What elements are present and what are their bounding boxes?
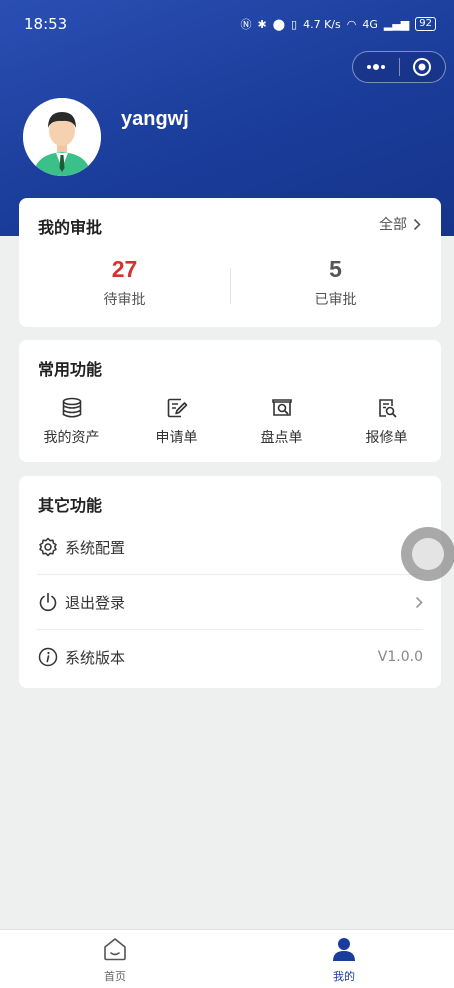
battery-icon: 92 — [415, 17, 436, 31]
tab-home[interactable]: 首页 — [70, 936, 160, 984]
approval-title: 我的审批 — [38, 218, 103, 237]
more-button[interactable] — [353, 52, 399, 82]
target-icon — [413, 58, 432, 76]
wifi-icon: ◠ — [346, 17, 357, 31]
tab-mine-label: 我的 — [333, 970, 355, 983]
pending-approvals[interactable]: 27 待审批 — [19, 256, 230, 309]
nfc-icon: Ⓝ — [240, 18, 252, 31]
tab-mine[interactable]: 我的 — [299, 936, 389, 984]
vibrate-icon: ▯ — [291, 17, 298, 31]
edit-form-icon — [167, 398, 187, 418]
chevron-right-icon — [413, 218, 421, 230]
status-time: 18:53 — [24, 15, 68, 33]
user-icon — [333, 938, 355, 961]
pending-count: 27 — [111, 256, 138, 282]
application-form-button[interactable]: 申请单 — [124, 395, 229, 447]
system-version-label: 系统版本 — [65, 648, 126, 667]
repair-form-button[interactable]: 报修单 — [334, 395, 439, 447]
home-icon — [104, 938, 126, 961]
avatar[interactable] — [23, 98, 101, 176]
status-icons: Ⓝ ✱ ⬤ ▯ 4.7 K/s ◠ 4G ▂▄▆ 92 — [240, 16, 436, 32]
other-functions-title: 其它功能 — [38, 496, 103, 515]
miniprogram-capsule — [352, 51, 446, 83]
bluetooth-icon: ✱ — [257, 17, 267, 31]
close-miniprogram-button[interactable] — [400, 52, 446, 82]
inventory-form-label: 盘点单 — [260, 430, 303, 446]
system-version-row: 系统版本 V1.0.0 — [37, 630, 423, 684]
repair-form-label: 报修单 — [365, 430, 408, 446]
tab-home-label: 首页 — [104, 970, 126, 983]
logout-row[interactable]: 退出登录 — [37, 575, 423, 630]
my-assets-button[interactable]: 我的资产 — [19, 395, 124, 447]
username: yangwj — [121, 108, 189, 130]
system-config-row[interactable]: 系统配置 — [37, 520, 423, 575]
info-icon — [38, 647, 58, 667]
pending-label: 待审批 — [103, 292, 146, 308]
gear-icon — [39, 537, 57, 557]
repair-search-icon — [378, 399, 397, 418]
signal-icon: ▂▄▆ — [383, 17, 410, 31]
more-dots-icon — [366, 64, 385, 70]
location-icon: ⬤ — [272, 17, 286, 31]
approved-count: 5 — [329, 256, 342, 282]
common-functions-title: 常用功能 — [38, 360, 103, 379]
common-functions-card: 常用功能 我的资产 申请单 盘点单 报修单 — [19, 340, 441, 462]
system-config-label: 系统配置 — [65, 538, 126, 557]
inventory-search-icon — [271, 399, 292, 416]
assistive-touch-button[interactable] — [401, 527, 454, 581]
view-all-link[interactable]: 全部 — [379, 214, 421, 234]
approval-card: 我的审批 全部 27 待审批 5 已审批 — [19, 198, 441, 327]
status-bar: 18:53 Ⓝ ✱ ⬤ ▯ 4.7 K/s ◠ 4G ▂▄▆ 92 — [24, 12, 436, 36]
application-form-label: 申请单 — [155, 430, 198, 446]
signal-label: 4G — [362, 17, 378, 31]
chevron-right-icon — [415, 596, 423, 608]
system-version-value: V1.0.0 — [377, 649, 423, 665]
inventory-form-button[interactable]: 盘点单 — [229, 395, 334, 447]
net-speed: 4.7 K/s — [303, 17, 341, 31]
approved-approvals[interactable]: 5 已审批 — [230, 256, 441, 309]
other-functions-card: 其它功能 系统配置 退出登录 系统版本 V1.0.0 — [19, 476, 441, 688]
user-avatar-icon — [23, 98, 101, 176]
my-assets-label: 我的资产 — [43, 430, 100, 446]
logout-label: 退出登录 — [65, 593, 126, 612]
approved-label: 已审批 — [314, 292, 357, 308]
power-icon — [39, 592, 57, 612]
view-all-label: 全部 — [379, 217, 407, 233]
tab-bar: 首页 我的 — [0, 929, 454, 988]
database-icon — [62, 397, 81, 418]
